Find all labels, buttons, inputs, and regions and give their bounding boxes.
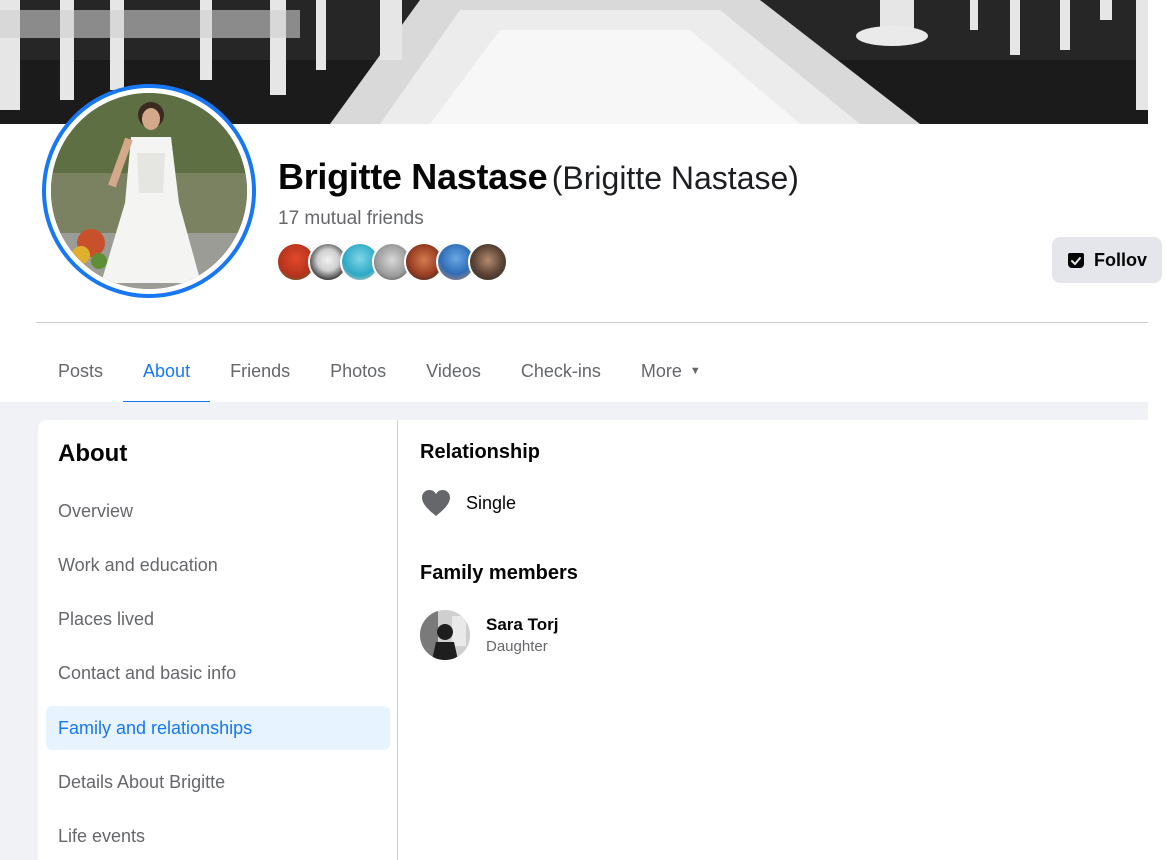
tab-friends[interactable]: Friends — [210, 340, 310, 402]
about-menu-details[interactable]: Details About Brigitte — [46, 760, 390, 804]
about-menu-work-education[interactable]: Work and education — [46, 543, 390, 587]
menu-label: Details About Brigitte — [58, 771, 226, 792]
profile-alternate-name: (Brigitte Nastase) — [551, 160, 799, 196]
tab-label: Friends — [230, 360, 291, 381]
caret-down-icon: ▼ — [689, 365, 701, 377]
tab-label: Photos — [330, 360, 387, 381]
tab-label: More — [640, 360, 682, 381]
tab-videos[interactable]: Videos — [406, 340, 501, 402]
follow-icon — [1068, 253, 1084, 268]
menu-label: Contact and basic info — [58, 662, 237, 683]
profile-name-line: Brigitte Nastase (Brigitte Nastase) — [278, 156, 799, 198]
menu-label: Family and relationships — [58, 717, 253, 738]
about-menu-overview[interactable]: Overview — [46, 489, 390, 533]
follow-button[interactable]: Follov — [1052, 237, 1162, 283]
family-member-info: Sara Torj Daughter — [486, 615, 558, 655]
family-member-row[interactable]: Sara Torj Daughter — [420, 610, 558, 660]
menu-label: Overview — [58, 500, 134, 521]
profile-tabs: Posts About Friends Photos Videos Check-… — [38, 340, 721, 404]
mutual-friends-count[interactable]: 17 mutual friends — [278, 208, 424, 230]
family-member-avatar[interactable] — [420, 610, 470, 660]
tab-label: About — [143, 360, 191, 381]
heart-icon — [422, 490, 450, 516]
menu-label: Work and education — [58, 554, 218, 575]
tab-label: Videos — [426, 360, 481, 381]
family-member-name[interactable]: Sara Torj — [486, 615, 558, 635]
family-heading: Family members — [420, 562, 578, 584]
about-title: About — [58, 440, 128, 467]
about-menu-family-relationships[interactable]: Family and relationships — [46, 706, 390, 750]
menu-label: Life events — [58, 825, 146, 846]
menu-label: Places lived — [58, 608, 155, 629]
profile-photo — [51, 93, 247, 289]
tab-posts[interactable]: Posts — [38, 340, 123, 402]
header-divider — [36, 322, 1148, 323]
mutual-friends-avatars[interactable] — [276, 242, 508, 282]
profile-name: Brigitte Nastase — [278, 156, 548, 197]
tab-more[interactable]: More ▼ — [621, 340, 721, 402]
about-card: About Overview Work and education Places… — [38, 420, 1148, 860]
about-menu-contact-info[interactable]: Contact and basic info — [46, 651, 390, 695]
follow-button-label: Follov — [1094, 249, 1147, 270]
tab-check-ins[interactable]: Check-ins — [501, 340, 621, 402]
relationship-heading: Relationship — [420, 441, 541, 463]
tab-photos[interactable]: Photos — [310, 340, 406, 402]
relationship-row: Single — [420, 488, 516, 518]
about-menu-places-lived[interactable]: Places lived — [46, 597, 390, 641]
tab-about[interactable]: About — [123, 340, 211, 404]
tab-label: Posts — [58, 360, 104, 381]
about-menu-life-events[interactable]: Life events — [46, 814, 390, 858]
tab-label: Check-ins — [520, 360, 601, 381]
about-sidebar: About Overview Work and education Places… — [38, 420, 398, 860]
relationship-status: Single — [466, 492, 517, 513]
friend-avatar[interactable] — [468, 242, 508, 282]
family-member-role: Daughter — [486, 638, 548, 655]
profile-picture[interactable] — [42, 84, 256, 298]
